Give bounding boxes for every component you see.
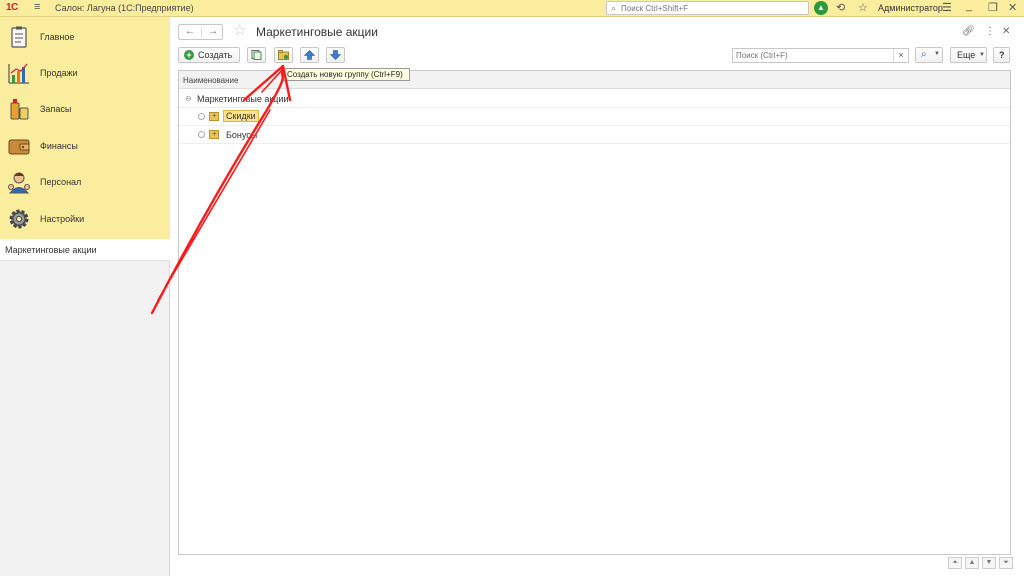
create-button-label: Создать (198, 50, 233, 60)
restore-icon[interactable]: ❐ (988, 1, 998, 14)
row-marker-icon (198, 131, 205, 138)
stock-icon (10, 99, 29, 120)
plus-icon: + (184, 50, 194, 60)
table-row[interactable]: Скидки (179, 108, 1010, 126)
folder-icon (209, 129, 219, 139)
scroll-top-icon[interactable]: ⏶ (948, 557, 962, 569)
row-label: Скидки (223, 110, 259, 122)
sidebar-item-settings[interactable]: Настройки (0, 201, 170, 237)
settings-menu-icon[interactable]: ☰ (942, 1, 952, 14)
copy-icon (251, 50, 262, 60)
sidebar-item-sales[interactable]: Продажи (0, 55, 170, 91)
more-actions-icon[interactable]: ⋮ (985, 26, 995, 37)
user-name[interactable]: Администратор (878, 3, 943, 13)
tooltip: Создать новую группу (Ctrl+F9) (283, 68, 410, 81)
scroll-up-icon[interactable]: ▲ (965, 557, 979, 569)
search-icon: ⌕ (921, 49, 927, 60)
sidebar: Главное Продажи Запасы Финансы Персонал … (0, 17, 170, 576)
history-nav: ← → (178, 24, 223, 40)
column-header-name[interactable]: Наименование (183, 76, 238, 85)
copy-button[interactable] (247, 47, 266, 63)
create-group-button[interactable] (274, 47, 293, 63)
scroll-bottom-icon[interactable]: ⏷ (999, 557, 1013, 569)
gear-icon (9, 209, 29, 229)
help-button[interactable]: ? (993, 47, 1010, 63)
clear-search-icon[interactable]: × (893, 49, 908, 62)
row-label: Бонусы (226, 130, 258, 140)
top-bar: 1С ≡ Салон: Лагуна (1С:Предприятие) ⌕ ▲ … (0, 0, 1024, 17)
sidebar-item-label: Персонал (40, 177, 82, 187)
forward-arrow-icon[interactable]: → (202, 26, 224, 37)
sidebar-item-label: Настройки (40, 214, 85, 224)
wallet-icon (8, 139, 30, 155)
collapse-icon[interactable]: ⊖ (185, 94, 192, 103)
move-down-button[interactable] (326, 47, 345, 63)
help-button-label: ? (999, 50, 1005, 60)
list-table: Наименование ⊖ Маркетинговые акции Скидк… (178, 70, 1011, 555)
global-search[interactable]: ⌕ (606, 1, 809, 15)
sidebar-item-finance[interactable]: Финансы (0, 128, 170, 164)
favorite-star-icon[interactable]: ☆ (233, 21, 246, 39)
link-icon[interactable]: 🔗︎ (962, 26, 975, 37)
back-arrow-icon[interactable]: ← (179, 26, 201, 37)
app-logo: 1С (6, 2, 18, 13)
list-search-input[interactable] (736, 50, 891, 61)
clipboard-icon (11, 26, 27, 48)
sidebar-item-label: Финансы (40, 141, 78, 151)
open-window-tab[interactable]: Маркетинговые акции (0, 239, 170, 261)
search-button[interactable]: ⌕ ▼ (915, 47, 943, 63)
minimize-icon[interactable]: _ (966, 0, 972, 12)
staff-icon (8, 172, 30, 194)
more-button[interactable]: Еще ▼ (950, 47, 987, 63)
sidebar-item-main[interactable]: Главное (0, 19, 170, 55)
chevron-down-icon: ▼ (979, 52, 985, 58)
create-folder-icon (278, 50, 289, 60)
sidebar-item-stock[interactable]: Запасы (0, 91, 170, 127)
close-app-icon[interactable]: ✕ (1008, 1, 1017, 14)
table-row[interactable]: Бонусы (179, 126, 1010, 144)
app-title: Салон: Лагуна (1С:Предприятие) (55, 3, 194, 13)
move-up-button[interactable] (300, 47, 319, 63)
main-panel: ← → ☆ Маркетинговые акции 🔗︎ ⋮ ✕ + Созда… (170, 17, 1024, 576)
sidebar-item-label: Продажи (40, 68, 78, 78)
sidebar-item-staff[interactable]: Персонал (0, 164, 170, 200)
list-search[interactable]: × (732, 48, 909, 63)
sidebar-item-label: Главное (40, 32, 75, 42)
chevron-down-icon: ▼ (934, 51, 940, 57)
sidebar-item-label: Запасы (40, 104, 72, 114)
page-title: Маркетинговые акции (256, 25, 378, 39)
open-window-label: Маркетинговые акции (5, 245, 97, 255)
more-button-label: Еще (957, 50, 976, 60)
main-menu-icon[interactable]: ≡ (34, 1, 40, 13)
row-marker-icon (198, 113, 205, 120)
scroll-down-icon[interactable]: ▼ (982, 557, 996, 569)
global-search-input[interactable] (621, 3, 806, 14)
close-window-icon[interactable]: ✕ (1002, 26, 1010, 37)
favorites-star-icon[interactable]: ☆ (858, 1, 868, 14)
table-row-root[interactable]: ⊖ Маркетинговые акции (179, 90, 1010, 108)
search-icon: ⌕ (611, 3, 617, 13)
root-group-label: Маркетинговые акции (197, 94, 289, 104)
move-down-icon (330, 50, 341, 60)
history-icon[interactable]: ⟲ (836, 1, 845, 14)
move-up-icon (304, 50, 315, 60)
section-panel: Главное Продажи Запасы Финансы Персонал … (0, 17, 170, 239)
sales-chart-icon (8, 63, 29, 84)
notification-bell-icon[interactable]: ▲ (814, 1, 828, 15)
create-button[interactable]: + Создать (178, 47, 240, 63)
folder-icon (209, 111, 219, 121)
